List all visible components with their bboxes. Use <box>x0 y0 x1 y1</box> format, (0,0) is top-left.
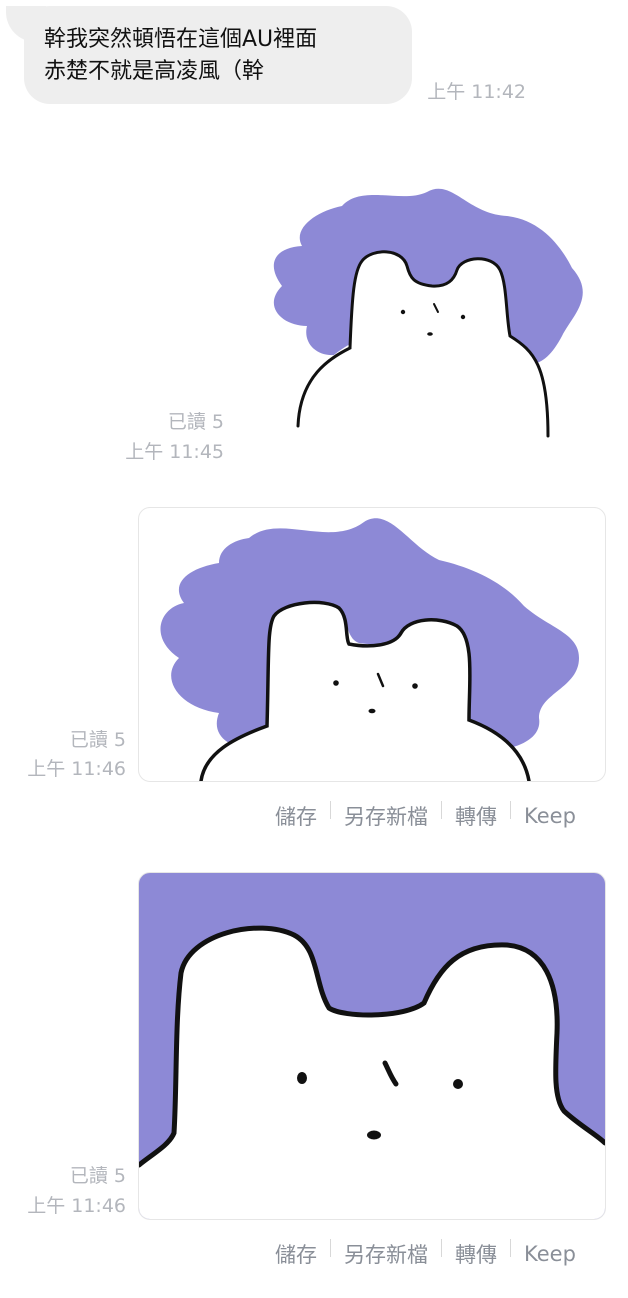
save-as-button[interactable]: 另存新檔 <box>344 801 428 831</box>
photo-2-read-receipt: 已讀 5 <box>69 1165 126 1187</box>
action-separator <box>510 1239 511 1257</box>
action-separator <box>330 801 331 819</box>
sticker-read-receipt: 已讀 5 <box>167 411 224 433</box>
photo-1-read-receipt: 已讀 5 <box>69 729 126 751</box>
received-message-time: 上午 11:42 <box>427 81 526 103</box>
photo-2-time: 上午 11:46 <box>27 1195 126 1217</box>
photo-2-actions: 儲存 另存新檔 轉傳 Keep <box>275 1239 576 1269</box>
received-message-text: 幹我突然頓悟在這個AU裡面 赤楚不就是高凌風（幹 <box>44 27 318 84</box>
photo-1-eye-left <box>333 680 339 686</box>
received-message-bubble[interactable]: 幹我突然頓悟在這個AU裡面 赤楚不就是高凌風（幹 <box>24 6 412 104</box>
photo-message-1[interactable] <box>138 507 606 782</box>
sticker-mouth <box>427 332 433 336</box>
save-as-button[interactable]: 另存新檔 <box>344 1239 428 1269</box>
photo-2-character-fill <box>139 928 605 1219</box>
keep-button[interactable]: Keep <box>524 804 576 828</box>
photo-2-eye-right <box>453 1079 463 1089</box>
action-separator <box>510 801 511 819</box>
photo-2-mouth <box>367 1130 381 1140</box>
photo-2-eye-left <box>297 1072 307 1084</box>
photo-1-time: 上午 11:46 <box>27 758 126 780</box>
save-button[interactable]: 儲存 <box>275 1239 317 1269</box>
action-separator <box>441 1239 442 1257</box>
photo-1-image <box>160 518 579 781</box>
photo-message-2[interactable] <box>138 872 606 1220</box>
sticker-eye-right <box>460 314 466 320</box>
photo-1-eye-right <box>412 683 418 689</box>
photo-1-actions: 儲存 另存新檔 轉傳 Keep <box>275 801 576 831</box>
sticker-time: 上午 11:45 <box>125 441 224 463</box>
sticker-image[interactable] <box>262 186 598 444</box>
photo-2-image <box>139 925 605 1219</box>
forward-button[interactable]: 轉傳 <box>455 801 497 831</box>
action-separator <box>441 801 442 819</box>
forward-button[interactable]: 轉傳 <box>455 1239 497 1269</box>
keep-button[interactable]: Keep <box>524 1242 576 1266</box>
save-button[interactable]: 儲存 <box>275 801 317 831</box>
photo-1-mouth <box>368 708 376 714</box>
action-separator <box>330 1239 331 1257</box>
sticker-eye-left <box>400 309 406 315</box>
